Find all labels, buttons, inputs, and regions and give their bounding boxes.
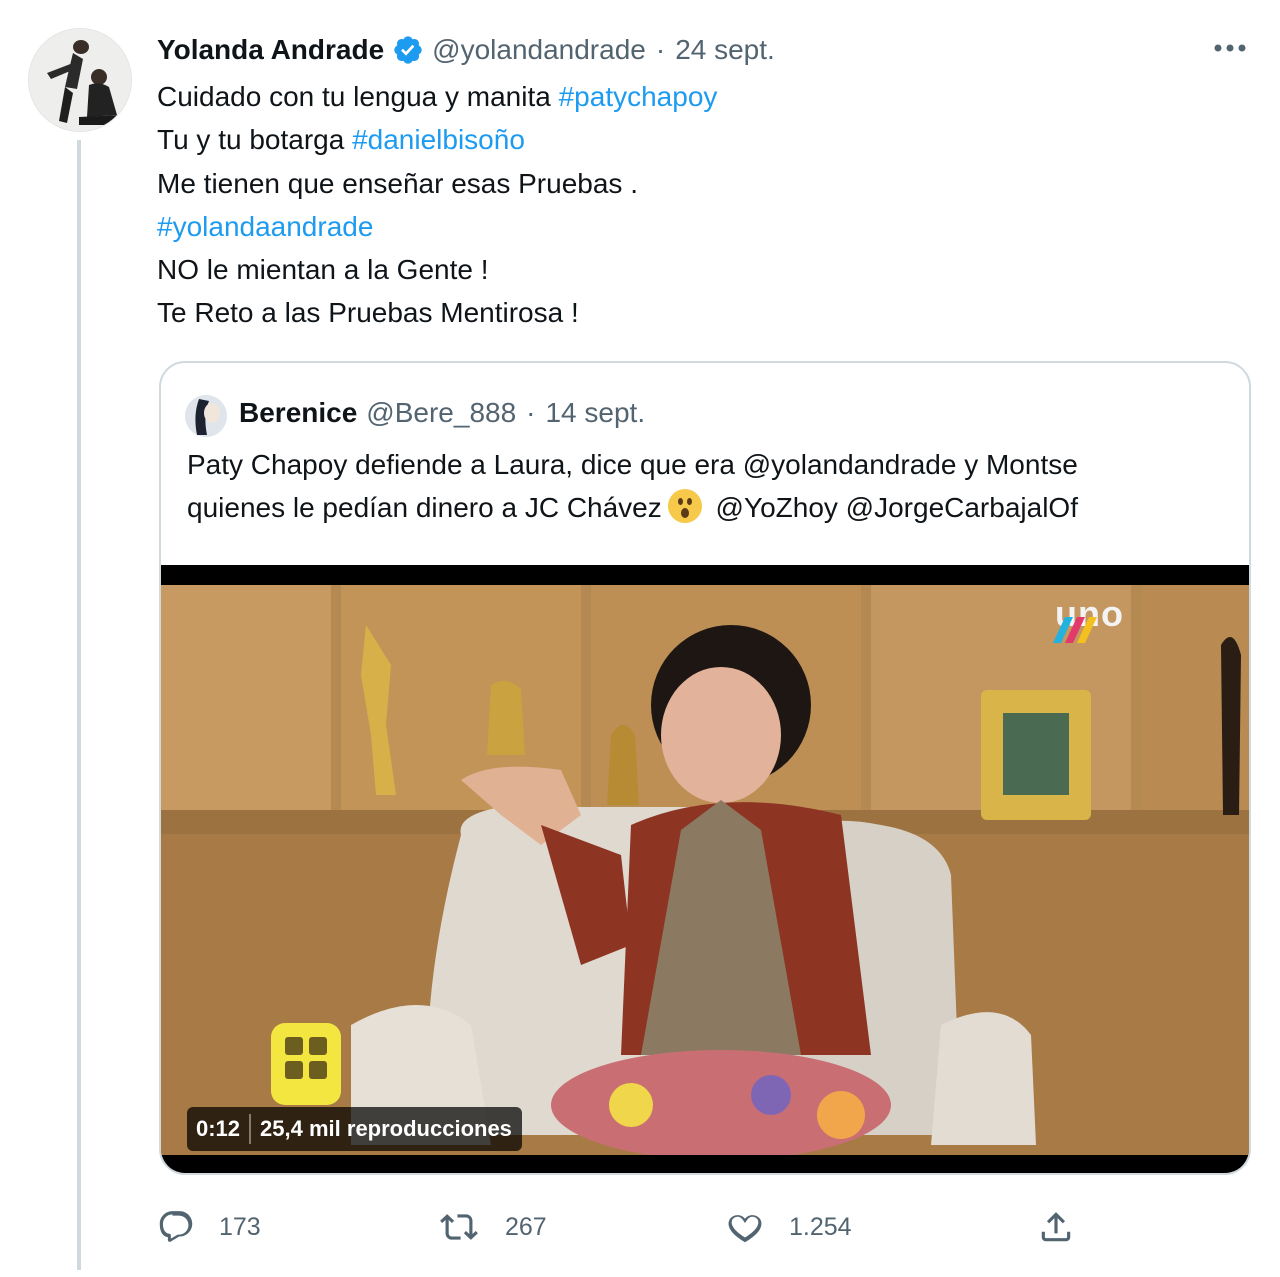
tweet-line-text: Me tienen que enseñar esas Pruebas . — [157, 167, 638, 199]
like-icon — [728, 1215, 762, 1243]
retweet-count: 267 — [505, 1212, 547, 1241]
quoted-header-separator: · — [526, 397, 536, 428]
retweet-button[interactable]: 267 — [437, 1202, 547, 1252]
reply-count: 173 — [219, 1212, 261, 1241]
tweet-actions: 173 267 1.254 — [157, 1202, 1077, 1252]
like-count: 1.254 — [789, 1212, 852, 1241]
verified-badge-icon — [394, 36, 422, 64]
author-name[interactable]: Yolanda Andrade — [157, 34, 384, 66]
quoted-header: Berenice @Bere_888 · 14 sept. — [239, 391, 645, 435]
video-info-pill: 0:12 25,4 mil reproducciones — [187, 1107, 522, 1151]
tweet-date[interactable]: 24 sept. — [675, 34, 775, 66]
tweet-text: Cuidado con tu lengua y manita #patychap… — [157, 75, 1237, 335]
author-avatar[interactable] — [28, 28, 132, 132]
hashtag-link[interactable]: #patychapoy — [559, 81, 718, 112]
tweet-line: Tu y tu botarga #danielbisoño — [157, 118, 1237, 161]
quoted-mentions[interactable]: @YoZhoy @JorgeCarbajalOf — [716, 492, 1078, 523]
tweet-line: Te Reto a las Pruebas Mentirosa ! — [157, 291, 1237, 334]
quoted-date[interactable]: 14 sept. — [545, 397, 645, 429]
more-icon[interactable] — [1208, 36, 1252, 60]
header-separator: · — [655, 34, 666, 65]
surprised-face-emoji-icon — [667, 489, 702, 523]
thread-line — [77, 140, 81, 1270]
share-button[interactable] — [1037, 1202, 1099, 1252]
video-views: 25,4 mil reproducciones — [260, 1116, 512, 1141]
tweet-header: Yolanda Andrade @yolandandrade · 24 sept… — [157, 30, 775, 70]
quoted-tweet-card[interactable]: Berenice @Bere_888 · 14 sept. Paty Chapo… — [159, 361, 1251, 1175]
video-player[interactable]: uno 0:12 25,4 mil reproducciones — [161, 565, 1249, 1173]
quoted-line-2-text: quienes le pedían dinero a JC Chávez — [187, 492, 662, 523]
quoted-text: Paty Chapoy defiende a Laura, dice que e… — [187, 443, 1237, 529]
tweet-line-text: Cuidado con tu lengua y manita — [157, 81, 559, 112]
quoted-author-handle[interactable]: @Bere_888 — [366, 397, 516, 429]
tweet-line: NO le mientan a la Gente ! — [157, 248, 1237, 291]
quoted-line-2: quienes le pedían dinero a JC Chávez @Yo… — [187, 486, 1237, 529]
hashtag-link[interactable]: #danielbisoño — [352, 124, 525, 155]
channel-logo: uno — [1051, 593, 1124, 643]
tweet-line: #yolandaandrade — [157, 205, 1237, 248]
quoted-author-avatar[interactable] — [185, 395, 227, 437]
tweet-line: Me tienen que enseñar esas Pruebas . — [157, 162, 1237, 205]
author-handle[interactable]: @yolandandrade — [432, 34, 646, 66]
reply-icon — [159, 1211, 193, 1242]
quoted-line-1: Paty Chapoy defiende a Laura, dice que e… — [187, 449, 1078, 480]
video-frame — [161, 585, 1249, 1155]
share-icon — [1041, 1212, 1071, 1242]
tweet-line: Cuidado con tu lengua y manita #patychap… — [157, 75, 1237, 118]
tweet-line-text: Tu y tu botarga — [157, 124, 353, 156]
quoted-author-name[interactable]: Berenice — [239, 397, 357, 429]
reply-button[interactable]: 173 — [157, 1202, 261, 1252]
video-time: 0:12 — [196, 1116, 241, 1141]
retweet-icon — [440, 1214, 478, 1240]
tweet-line-text: NO le mientan a la Gente ! — [157, 254, 489, 286]
channel-logo-icon — [1053, 617, 1097, 643]
hashtag-link[interactable]: #yolandaandrade — [157, 211, 373, 242]
tweet-line-text: Te Reto a las Pruebas Mentirosa ! — [157, 297, 579, 329]
like-button[interactable]: 1.254 — [725, 1202, 852, 1252]
